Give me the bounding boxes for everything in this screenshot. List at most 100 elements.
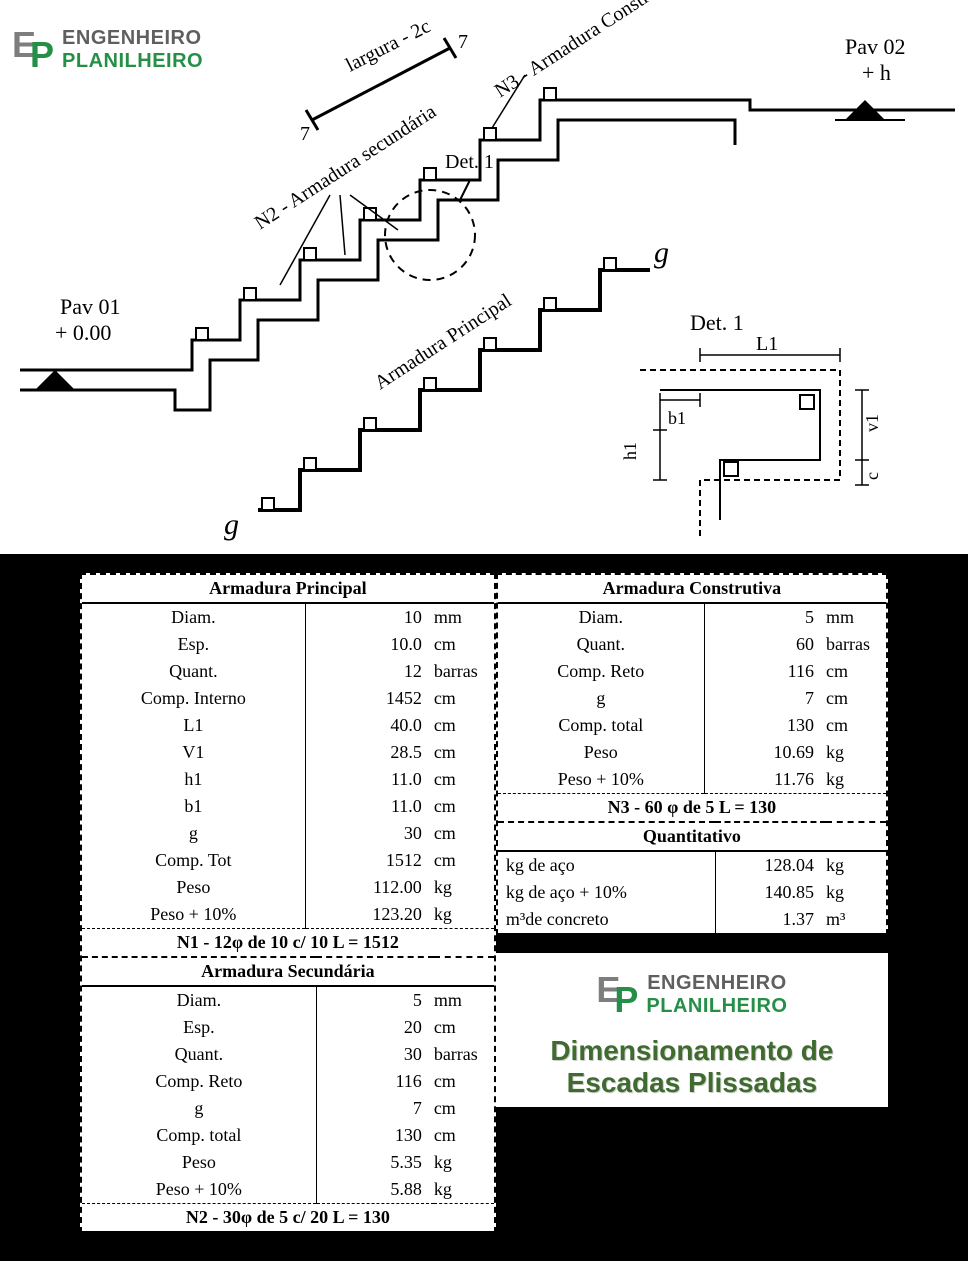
row-value: 30	[305, 820, 434, 847]
row-label: Diam.	[82, 603, 305, 631]
row-unit: cm	[434, 1014, 494, 1041]
ac-title: Armadura Construtiva	[498, 575, 886, 603]
row-value: 10.0	[305, 631, 434, 658]
row-value: 123.20	[305, 901, 434, 929]
qt-title: Quantitativo	[498, 822, 886, 851]
row-unit: kg	[826, 879, 886, 906]
row-value: 1.37	[715, 906, 826, 933]
row-label: b1	[82, 793, 305, 820]
row-label: Comp. total	[82, 1122, 316, 1149]
row-value: 28.5	[305, 739, 434, 766]
row-unit: mm	[826, 603, 886, 631]
row-label: Diam.	[82, 986, 316, 1014]
logo-bottom: EP ENGENHEIROPLANILHEIRO	[504, 969, 880, 1021]
det1-lower: Det. 1	[690, 310, 744, 335]
row-label: Comp. Reto	[498, 658, 705, 685]
row-label: Comp. Reto	[82, 1068, 316, 1095]
row-value: 20	[316, 1014, 434, 1041]
row-label: kg de aço + 10%	[498, 879, 716, 906]
row-unit: cm	[434, 712, 494, 739]
row-unit: mm	[434, 986, 494, 1014]
row-value: 1512	[305, 847, 434, 874]
row-label: Peso + 10%	[498, 766, 705, 794]
row-label: Esp.	[82, 631, 305, 658]
row-label: Peso	[82, 874, 305, 901]
row-value: 12	[305, 658, 434, 685]
row-unit: cm	[826, 658, 886, 685]
row-value: 10.69	[704, 739, 826, 766]
row-unit: mm	[434, 603, 494, 631]
largura-label: largura - 2c	[342, 15, 434, 76]
diagram-svg: Pav 01 + 0.00 Pav 02 + h largura - 2c 7 …	[0, 0, 968, 554]
footer-line2: Escadas Plissadas	[504, 1067, 880, 1099]
pav02-label: Pav 02	[845, 34, 906, 59]
row-value: 40.0	[305, 712, 434, 739]
row-label: Esp.	[82, 1014, 316, 1041]
row-value: 7	[316, 1095, 434, 1122]
row-label: g	[498, 685, 705, 712]
L1-label: L1	[756, 333, 778, 355]
row-label: L1	[82, 712, 305, 739]
row-value: 5.88	[316, 1176, 434, 1204]
row-unit: barras	[434, 658, 494, 685]
det1-upper: Det. 1	[445, 151, 494, 173]
seven-right: 7	[458, 31, 468, 53]
row-unit: kg	[434, 901, 494, 929]
ap-title: Armadura Principal	[82, 575, 494, 603]
table-armadura-principal: Armadura Principal Diam.10mmEsp.10.0cmQu…	[82, 575, 494, 956]
b1-label: b1	[668, 408, 686, 428]
row-unit: cm	[434, 1068, 494, 1095]
row-label: Peso	[82, 1149, 316, 1176]
c-label: c	[862, 472, 882, 480]
tables-area: Armadura Principal Diam.10mmEsp.10.0cmQu…	[0, 557, 968, 1257]
pav01-level: + 0.00	[55, 320, 111, 345]
row-value: 11.0	[305, 793, 434, 820]
ap-summary: N1 - 12φ de 10 c/ 10 L = 1512	[82, 929, 494, 957]
left-tables: Armadura Principal Diam.10mmEsp.10.0cmQu…	[80, 573, 496, 1233]
row-unit: cm	[434, 847, 494, 874]
table-armadura-secundaria: Armadura Secundária Diam.5mm Esp.20cm Quan…	[82, 956, 494, 1231]
row-unit: m³	[826, 906, 886, 933]
row-unit: cm	[434, 631, 494, 658]
row-label: Diam.	[498, 603, 705, 631]
row-value: 116	[316, 1068, 434, 1095]
row-unit: cm	[826, 685, 886, 712]
ac-summary: N3 - 60 φ de 5 L = 130	[498, 794, 886, 822]
row-label: Comp. Tot	[82, 847, 305, 874]
as-title: Armadura Secundária	[82, 957, 494, 986]
row-value: 130	[704, 712, 826, 739]
row-unit: cm	[434, 766, 494, 793]
row-value: 30	[316, 1041, 434, 1068]
row-label: h1	[82, 766, 305, 793]
row-label: Peso	[498, 739, 705, 766]
seven-left: 7	[300, 123, 310, 145]
row-label: g	[82, 1095, 316, 1122]
row-value: 5.35	[316, 1149, 434, 1176]
row-label: Comp. total	[498, 712, 705, 739]
stair-diagram: EP ENGENHEIROPLANILHEIRO	[0, 0, 968, 557]
row-unit: kg	[434, 1176, 494, 1204]
row-label: kg de aço	[498, 851, 716, 879]
row-label: Quant.	[82, 1041, 316, 1068]
row-unit: cm	[434, 739, 494, 766]
row-value: 112.00	[305, 874, 434, 901]
footer-block: EP ENGENHEIROPLANILHEIRO Dimensionamento…	[496, 953, 888, 1107]
row-unit: cm	[434, 685, 494, 712]
footer-line1: Dimensionamento de	[504, 1035, 880, 1067]
h1-label: h1	[620, 442, 640, 460]
g-lower: g	[224, 508, 239, 541]
row-value: 11.76	[704, 766, 826, 794]
n3-label: N3 - Armadura Construtiva	[491, 0, 687, 102]
row-value: 5	[316, 986, 434, 1014]
table-quantitativo: Quantitativo kg de aço128.04kgkg de aço …	[498, 821, 886, 933]
row-label: Quant.	[82, 658, 305, 685]
row-label: g	[82, 820, 305, 847]
row-unit: cm	[434, 793, 494, 820]
row-value: 10	[305, 603, 434, 631]
pav02-level: + h	[862, 60, 891, 85]
table-armadura-construtiva: Armadura Construtiva Diam.5mmQuant.60bar…	[498, 575, 886, 821]
row-unit: kg	[434, 1149, 494, 1176]
row-value: 1452	[305, 685, 434, 712]
row-unit: cm	[826, 712, 886, 739]
right-column: Armadura Construtiva Diam.5mmQuant.60bar…	[496, 573, 888, 1233]
